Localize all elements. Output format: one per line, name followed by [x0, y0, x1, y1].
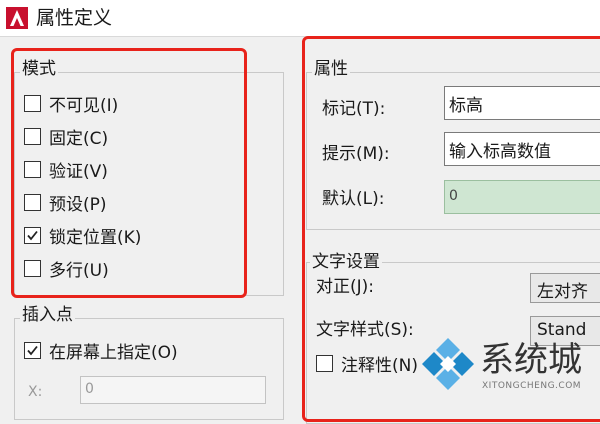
insertion-point-label: 插入点	[20, 304, 75, 326]
checkmark-icon	[27, 345, 38, 355]
watermark: 系统城 XITONGCHENG.COM	[418, 330, 600, 400]
x-coordinate-label: X:	[28, 384, 43, 400]
diamond-logo-icon	[422, 338, 474, 390]
watermark-url: XITONGCHENG.COM	[482, 381, 582, 391]
title-bar: 属性定义	[0, 0, 600, 37]
checkbox-box[interactable]	[24, 341, 41, 359]
mode-highlight-box	[11, 48, 247, 298]
autocad-logo-icon	[6, 7, 28, 29]
watermark-text: 系统城	[480, 340, 582, 380]
window-title: 属性定义	[36, 7, 113, 29]
checkbox-label: 在屏幕上指定(O)	[49, 342, 178, 363]
specify-on-screen-checkbox[interactable]: 在屏幕上指定(O)	[24, 338, 178, 363]
x-coordinate-field: 0	[80, 376, 266, 404]
insertion-point-group	[14, 318, 284, 420]
